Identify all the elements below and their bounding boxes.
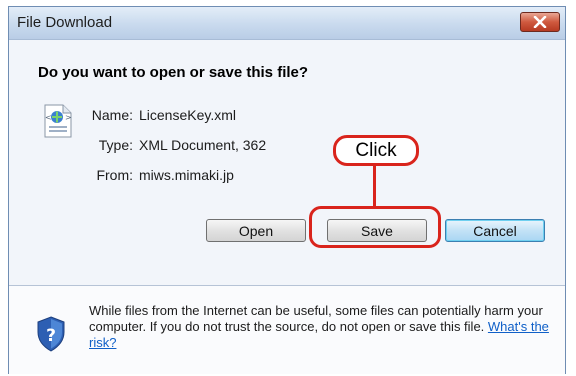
- click-callout: Click: [333, 135, 419, 166]
- svg-text:?: ?: [46, 326, 56, 346]
- open-button[interactable]: Open: [206, 219, 306, 242]
- name-value: LicenseKey.xml: [139, 107, 237, 123]
- callout-connector: [373, 174, 376, 208]
- title-bar: File Download: [9, 7, 565, 40]
- save-button-highlight: [309, 206, 441, 248]
- name-label: Name:: [91, 107, 133, 123]
- cancel-button-label: Cancel: [473, 222, 517, 239]
- svg-text:>: >: [65, 113, 72, 122]
- xml-file-icon: < >: [44, 104, 72, 138]
- svg-text:<: <: [45, 113, 52, 122]
- warning-text: While files from the Internet can be use…: [89, 303, 543, 334]
- cancel-button[interactable]: Cancel: [445, 219, 545, 242]
- dialog-question: Do you want to open or save this file?: [38, 64, 309, 81]
- security-warning: While files from the Internet can be use…: [89, 303, 559, 351]
- callout-label: Click: [355, 139, 397, 161]
- security-footer: ? While files from the Internet can be u…: [9, 286, 565, 374]
- shield-help-icon: ?: [37, 316, 65, 352]
- close-icon: [533, 16, 547, 28]
- open-button-label: Open: [238, 222, 274, 239]
- type-value: XML Document, 362: [139, 137, 267, 153]
- file-download-dialog: File Download Do you want to open or sav…: [8, 6, 566, 374]
- dialog-body: Do you want to open or save this file? <…: [9, 40, 565, 285]
- window-title: File Download: [17, 14, 113, 31]
- close-button[interactable]: [520, 12, 560, 32]
- from-value: miws.mimaki.jp: [139, 167, 234, 183]
- type-label: Type:: [98, 137, 133, 153]
- from-label: From:: [96, 167, 133, 183]
